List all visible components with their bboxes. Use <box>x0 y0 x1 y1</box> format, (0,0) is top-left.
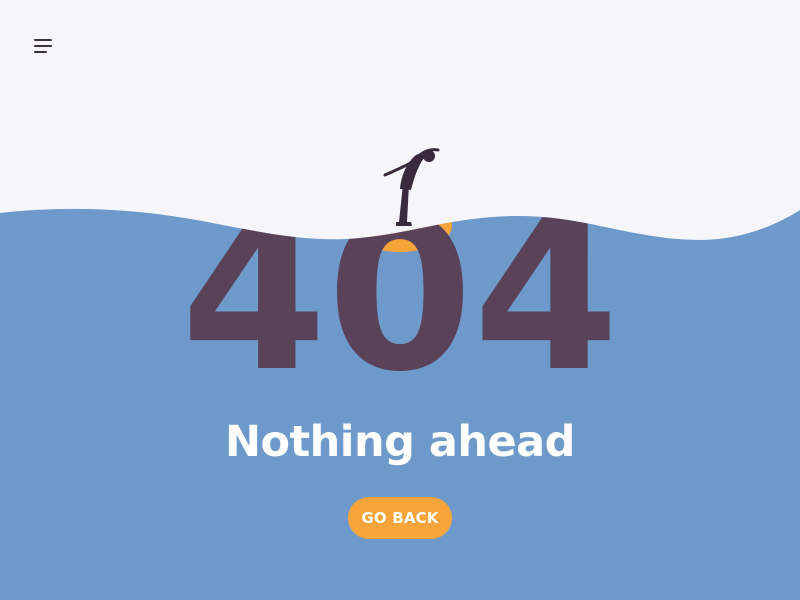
lookout-figure-icon <box>383 148 440 226</box>
menu-bar-bottom <box>34 51 47 53</box>
go-back-button[interactable]: GO BACK <box>348 497 452 539</box>
menu-bar-top <box>34 39 52 41</box>
error-code: 404 <box>181 173 619 418</box>
menu-bar-middle <box>34 45 52 47</box>
hamburger-menu-button[interactable] <box>30 34 58 58</box>
headline: Nothing ahead <box>225 417 575 467</box>
